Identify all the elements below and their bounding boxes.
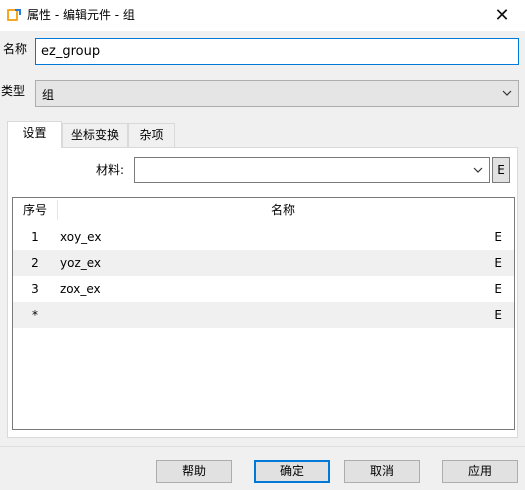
apply-button[interactable]: 应用 <box>442 460 518 483</box>
type-select[interactable]: 组 <box>35 80 519 107</box>
type-select-value: 组 <box>42 88 55 102</box>
row-index: 2 <box>31 256 39 270</box>
row-index: 3 <box>31 282 39 296</box>
name-label: 名称 <box>3 42 28 56</box>
material-label: 材料: <box>96 163 125 177</box>
name-input[interactable] <box>35 38 519 65</box>
row-edit-button[interactable]: E <box>494 302 502 328</box>
window-title: 属性 - 编辑元件 - 组 <box>27 8 135 22</box>
row-index: * <box>32 308 38 322</box>
app-icon <box>7 9 21 21</box>
row-name: xoy_ex <box>60 230 102 244</box>
column-divider <box>57 200 58 220</box>
row-edit-button[interactable]: E <box>494 276 502 302</box>
tab-settings[interactable]: 设置 <box>7 121 62 148</box>
help-button[interactable]: 帮助 <box>156 460 232 483</box>
row-edit-button[interactable]: E <box>494 224 502 250</box>
ok-button[interactable]: 确定 <box>254 460 330 483</box>
close-button[interactable]: ✕ <box>479 0 525 31</box>
material-select[interactable] <box>134 157 490 183</box>
table-row-new[interactable]: * E <box>13 302 514 328</box>
chevron-down-icon <box>502 90 512 96</box>
row-index: 1 <box>31 230 39 244</box>
column-header-index: 序号 <box>23 203 48 217</box>
column-header-name: 名称 <box>271 203 296 217</box>
table-header: 序号 名称 <box>13 198 514 222</box>
group-members-table: 序号 名称 1 xoy_ex E 2 yoz_ex E 3 zox_ex E *… <box>12 197 515 430</box>
material-edit-button[interactable]: E <box>492 157 510 183</box>
row-edit-button[interactable]: E <box>494 250 502 276</box>
type-label: 类型 <box>1 84 26 98</box>
title-bar: 属性 - 编辑元件 - 组 ✕ <box>0 0 525 31</box>
chevron-down-icon <box>473 167 483 173</box>
table-row[interactable]: 2 yoz_ex E <box>13 250 514 276</box>
table-row[interactable]: 1 xoy_ex E <box>13 224 514 250</box>
tab-coordinate-transform[interactable]: 坐标变换 <box>62 123 128 147</box>
row-name: zox_ex <box>60 282 101 296</box>
cancel-button[interactable]: 取消 <box>344 460 420 483</box>
row-name: yoz_ex <box>60 256 102 270</box>
tab-misc[interactable]: 杂项 <box>128 123 175 147</box>
table-row[interactable]: 3 zox_ex E <box>13 276 514 302</box>
footer-divider <box>0 446 525 447</box>
